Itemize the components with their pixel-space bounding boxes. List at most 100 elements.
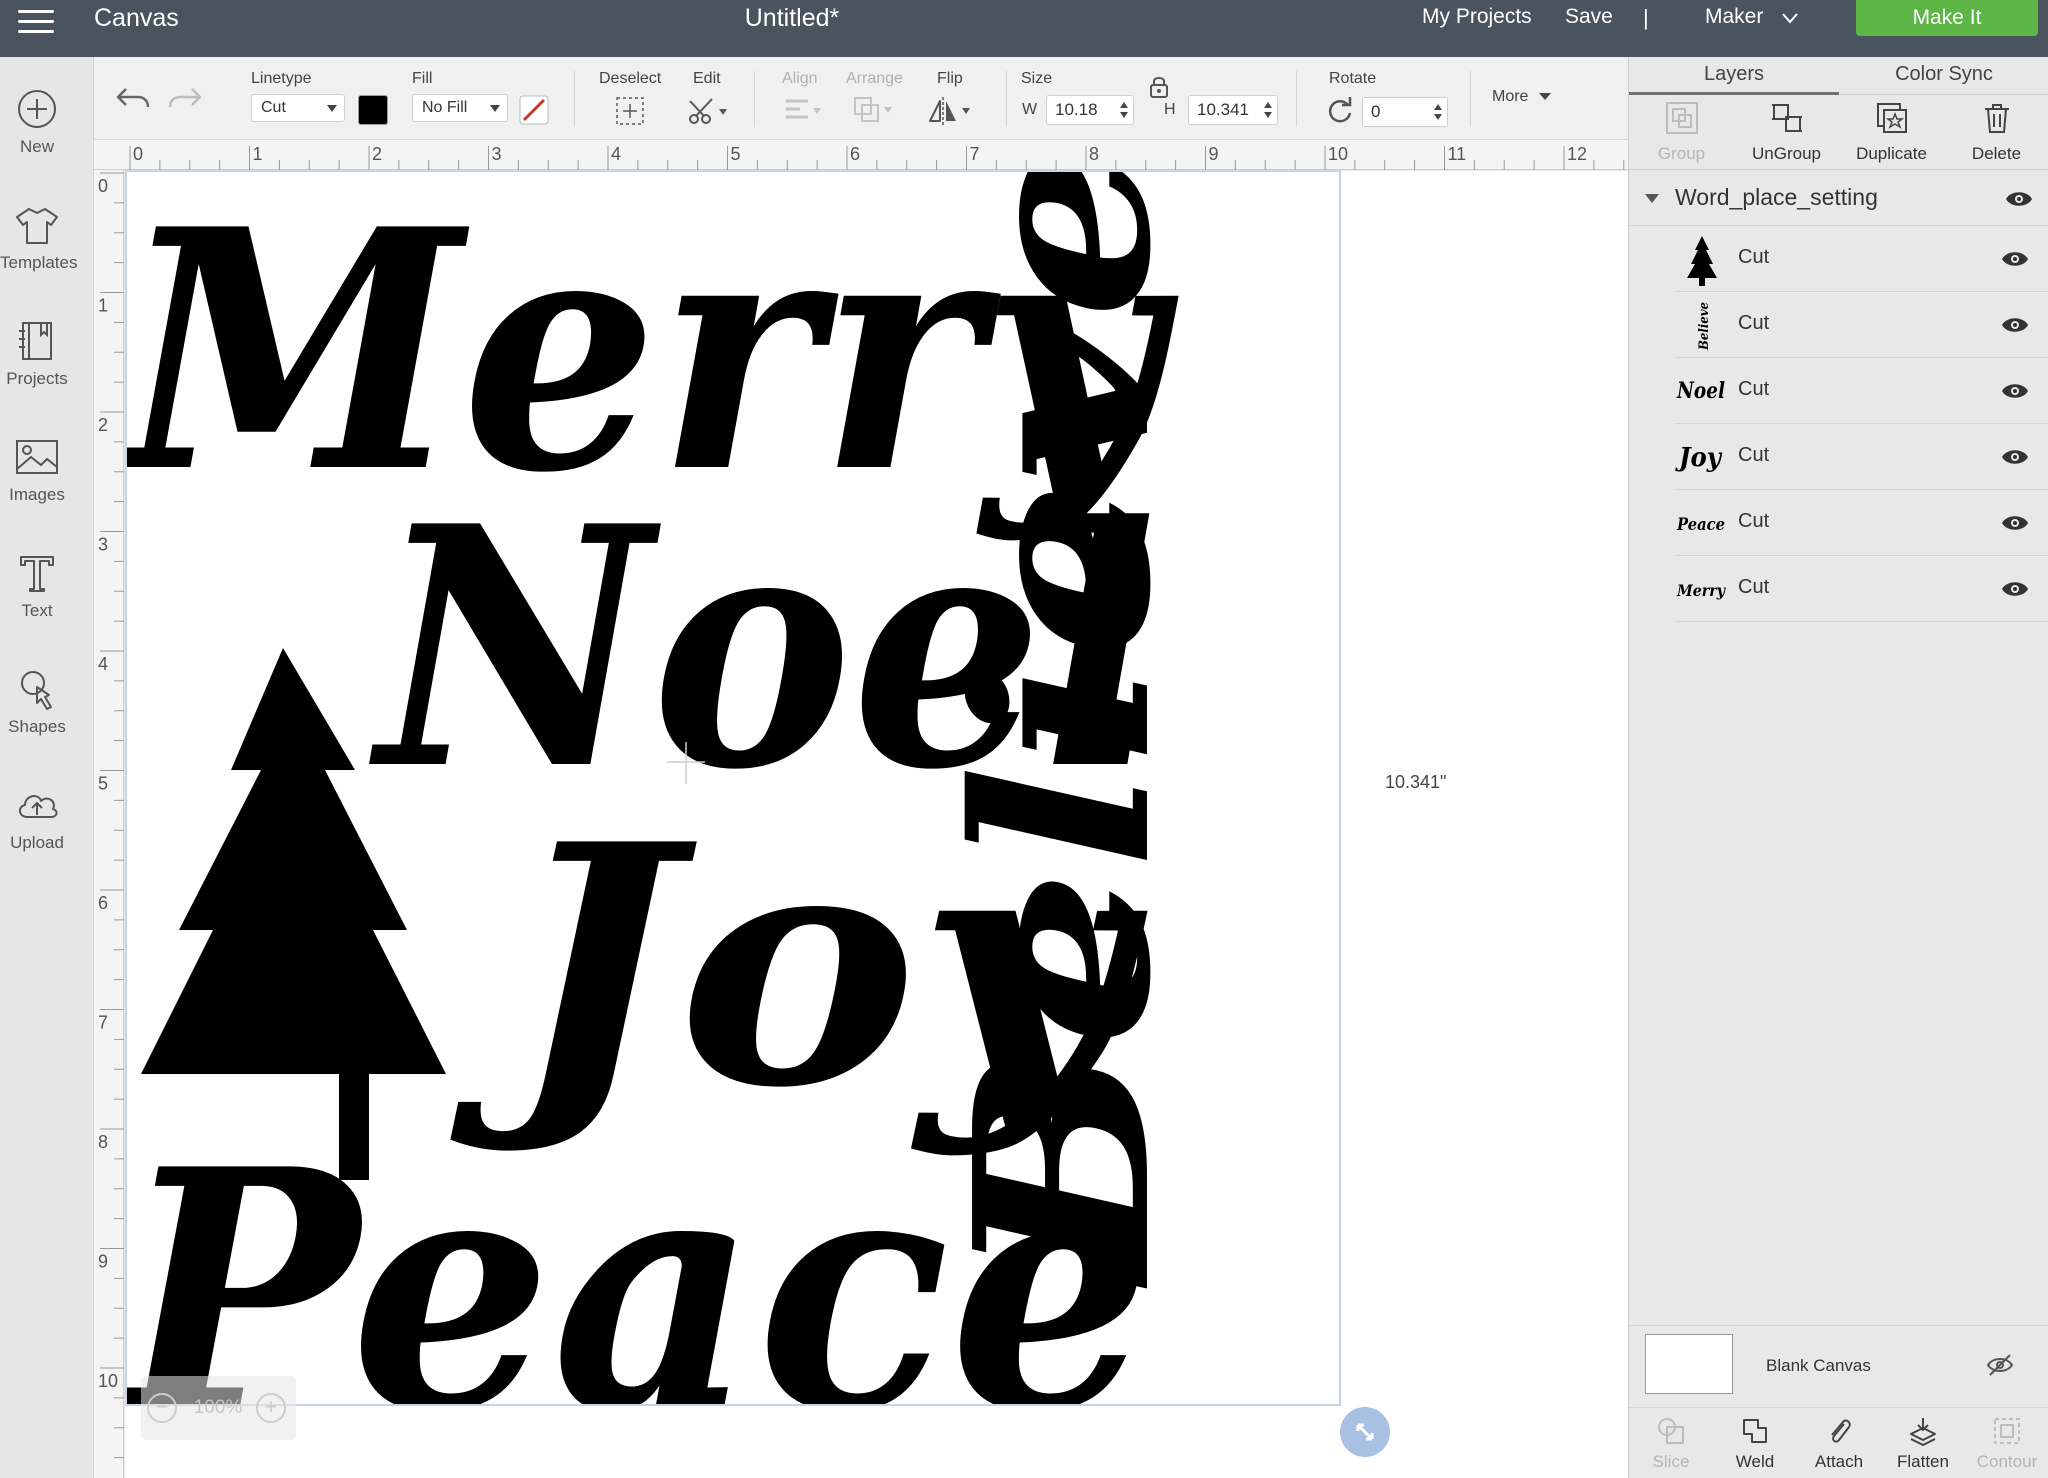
stepper-icon[interactable] xyxy=(1263,100,1273,120)
ruler-top-ticks: 0 1 2 3 4 5 6 7 8 9 10 11 12 xyxy=(129,144,1625,170)
ruler-tick-label: 7 xyxy=(970,144,980,164)
width-label: W xyxy=(1022,101,1038,118)
design-word-place-setting[interactable]: Merry Noel Joy Peace Believe xyxy=(125,170,1341,1406)
contour-button[interactable]: Contour xyxy=(1965,1408,2048,1478)
svg-text:Believe: Believe xyxy=(1697,302,1712,351)
shapes-icon xyxy=(21,671,52,710)
attach-label: Attach xyxy=(1814,1452,1864,1471)
width-input[interactable]: 10.18 xyxy=(1046,95,1134,125)
redo-icon[interactable] xyxy=(168,85,202,113)
blank-canvas-row[interactable]: Blank Canvas xyxy=(1629,1325,2048,1407)
zoom-control: − 100% + xyxy=(141,1376,296,1440)
zoom-out-button[interactable]: − xyxy=(147,1393,177,1423)
linetype-select[interactable]: Cut xyxy=(251,94,345,122)
ruler-tick-label: 10 xyxy=(1328,144,1348,164)
ruler-tick-label: 4 xyxy=(98,654,108,674)
rotate-input[interactable]: 0 xyxy=(1362,97,1448,127)
document-title[interactable]: Untitled* xyxy=(700,2,884,34)
ruler-tick-label: 1 xyxy=(98,296,108,316)
svg-text:Peace: Peace xyxy=(1676,515,1725,535)
weld-button[interactable]: Weld xyxy=(1713,1408,1797,1478)
text-t-icon xyxy=(20,556,54,592)
slice-button[interactable]: Slice xyxy=(1629,1408,1713,1478)
nav-new[interactable]: New xyxy=(0,85,94,185)
fill-select[interactable]: No Fill xyxy=(412,94,508,122)
eye-icon[interactable] xyxy=(2001,580,2029,598)
layer-row-peace[interactable]: Peace Cut xyxy=(1675,490,2048,556)
ruler-tick-label: 3 xyxy=(98,535,108,555)
ruler-tick-label: 5 xyxy=(731,144,741,164)
ruler-tick-label: 2 xyxy=(98,415,108,435)
make-it-button[interactable]: Make It xyxy=(1856,0,2038,36)
chevron-down-icon[interactable] xyxy=(1782,10,1798,26)
delete-button[interactable]: Delete xyxy=(1944,95,2048,170)
layer-thumb-merry: Merry xyxy=(1676,581,1726,600)
eye-icon[interactable] xyxy=(2001,316,2029,334)
expand-caret-icon[interactable] xyxy=(1645,194,1659,203)
zoom-in-button[interactable]: + xyxy=(256,1393,286,1423)
layer-row-tree[interactable]: Cut xyxy=(1675,226,2048,292)
group-icon xyxy=(1666,102,1698,134)
resize-handle[interactable] xyxy=(1340,1407,1390,1457)
layer-row-noel[interactable]: Noel Cut xyxy=(1675,358,2048,424)
topbar-separator: | xyxy=(1643,5,1649,30)
hamburger-menu-icon[interactable] xyxy=(14,4,58,42)
rotate-icon[interactable] xyxy=(1326,97,1354,125)
deselect-icon[interactable] xyxy=(614,95,646,127)
nav-shapes[interactable]: Shapes xyxy=(0,665,94,765)
eye-hidden-icon[interactable] xyxy=(1986,1353,2014,1377)
tab-color-sync[interactable]: Color Sync xyxy=(1839,57,2048,95)
edit-scissors-icon[interactable] xyxy=(686,95,730,127)
my-projects-link[interactable]: My Projects xyxy=(1422,2,1532,32)
stepper-icon[interactable] xyxy=(1433,102,1443,122)
no-fill-swatch-icon[interactable] xyxy=(519,95,549,125)
nav-projects[interactable]: Projects xyxy=(0,317,94,417)
nav-images[interactable]: Images xyxy=(0,433,94,533)
nav-templates[interactable]: Templates xyxy=(0,201,94,301)
eye-icon[interactable] xyxy=(2001,382,2029,400)
layer-thumb-peace: Peace xyxy=(1676,515,1725,535)
duplicate-button[interactable]: Duplicate xyxy=(1839,95,1944,170)
zoom-level: 100% xyxy=(193,1397,243,1418)
flip-icon[interactable] xyxy=(926,95,976,127)
more-menu[interactable]: More xyxy=(1492,88,1551,106)
attach-button[interactable]: Attach xyxy=(1797,1408,1881,1478)
layer-name: Cut xyxy=(1738,444,1770,466)
save-link[interactable]: Save xyxy=(1565,2,1613,32)
machine-selector[interactable]: Maker xyxy=(1705,2,1763,32)
align-icon[interactable] xyxy=(782,97,826,125)
arrange-icon[interactable] xyxy=(852,95,898,125)
nav-text[interactable]: Text xyxy=(0,549,94,649)
flatten-button[interactable]: Flatten xyxy=(1881,1408,1965,1478)
svg-text:Joy: Joy xyxy=(1675,443,1723,473)
deselect-label: Deselect xyxy=(599,70,662,87)
layer-row-believe[interactable]: Believe Cut xyxy=(1675,292,2048,358)
ruler-tick-label: 6 xyxy=(98,893,108,913)
eye-icon[interactable] xyxy=(2001,448,2029,466)
layer-name: Cut xyxy=(1738,378,1770,400)
layer-group-row[interactable]: Word_place_setting xyxy=(1629,170,2048,226)
tab-layers[interactable]: Layers xyxy=(1629,57,1839,95)
eye-icon[interactable] xyxy=(2005,190,2033,208)
fill-value: No Fill xyxy=(422,99,468,116)
word-believe[interactable]: Believe xyxy=(922,172,1204,1289)
nav-upload[interactable]: Upload xyxy=(0,781,94,881)
lock-icon[interactable] xyxy=(1148,75,1170,99)
eye-icon[interactable] xyxy=(2001,250,2029,268)
stepper-icon[interactable] xyxy=(1119,100,1129,120)
eye-icon[interactable] xyxy=(2001,514,2029,532)
ruler-tick-label: 8 xyxy=(98,1132,108,1152)
edit-label: Edit xyxy=(693,70,721,87)
ungroup-button[interactable]: UnGroup xyxy=(1734,95,1839,170)
group-button[interactable]: Group xyxy=(1629,95,1734,170)
ruler-tick-label: 5 xyxy=(98,774,108,794)
slice-icon xyxy=(1658,1418,1684,1444)
linetype-color-swatch[interactable] xyxy=(358,95,388,125)
layer-row-merry[interactable]: Merry Cut xyxy=(1675,556,2048,622)
duplicate-label: Duplicate xyxy=(1856,144,1927,163)
layer-row-joy[interactable]: Joy Cut xyxy=(1675,424,2048,490)
height-input[interactable]: 10.341 xyxy=(1188,95,1278,125)
ruler-tick-label: 12 xyxy=(1567,144,1587,164)
fill-label: Fill xyxy=(412,70,433,87)
undo-icon[interactable] xyxy=(116,85,150,113)
